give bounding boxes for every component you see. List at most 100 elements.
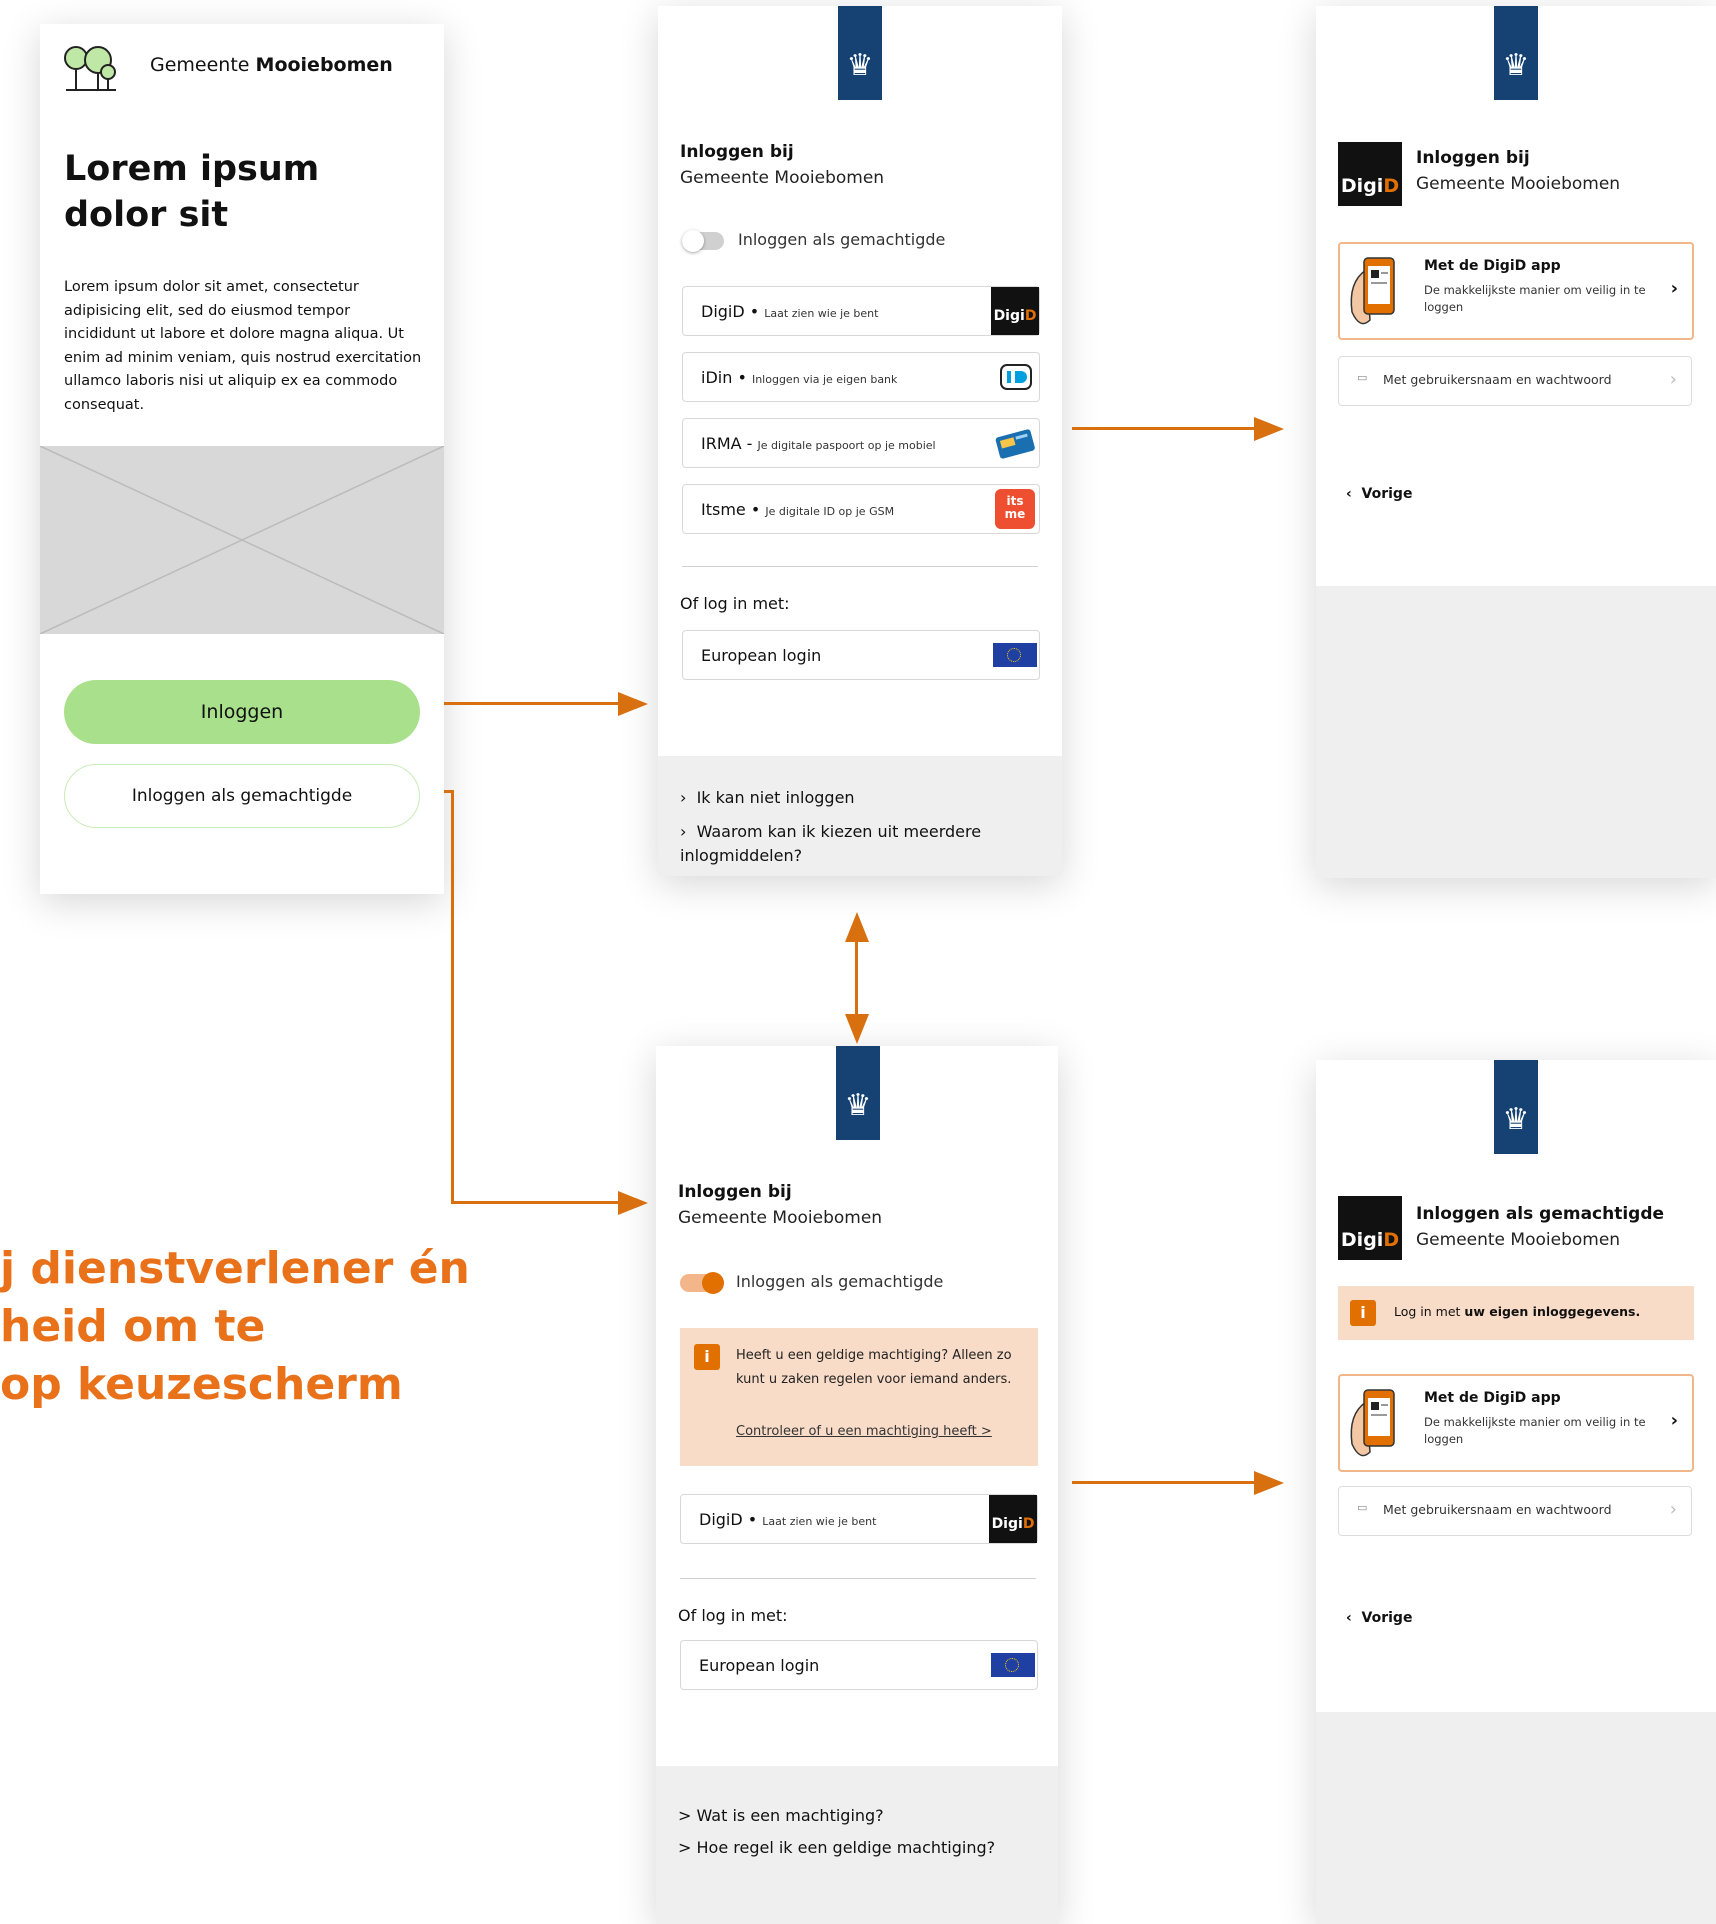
screen-digid-login: ♛ DigiD Inloggen bij Gemeente Mooiebomen…: [1316, 6, 1716, 878]
options-divider: [680, 1578, 1036, 1579]
info-icon: i: [1350, 1300, 1376, 1326]
help-link-how-arrange-authorization[interactable]: > Hoe regel ik een geldige machtiging?: [678, 1838, 995, 1857]
digid-app-card[interactable]: Met de DigiD app De makkelijkste manier …: [1338, 1374, 1694, 1472]
flow-arrow-toggle: [855, 940, 858, 1018]
european-login-label: European login: [699, 1656, 820, 1675]
flow-arrowhead: [1254, 1471, 1284, 1495]
login-subtitle: Gemeente Mooiebomen: [680, 168, 885, 188]
app-card-desc: De makkelijkste manier om veilig in te l…: [1424, 1415, 1646, 1446]
rijksoverheid-crown-icon: ♛: [1494, 1060, 1538, 1154]
flow-arrowhead: [618, 1191, 648, 1215]
rijksoverheid-crown-icon: ♛: [1494, 6, 1538, 100]
help-link-cannot-login[interactable]: › Ik kan niet inloggen: [680, 788, 855, 807]
info-icon: i: [694, 1344, 720, 1370]
option-desc: Je digitale ID op je GSM: [765, 505, 895, 518]
proxy-notice: i Heeft u een geldige machtiging? Alleen…: [680, 1328, 1038, 1466]
login-as-proxy-button[interactable]: Inloggen als gemachtigde: [64, 764, 420, 828]
password-card-label: Met gebruikersnaam en wachtwoord: [1383, 372, 1612, 387]
back-link[interactable]: ‹ Vorige: [1346, 1610, 1412, 1626]
trees-logo-icon: [62, 38, 118, 94]
brand-bold: Mooiebomen: [255, 54, 393, 76]
chevron-right-icon: ›: [1670, 1410, 1678, 1431]
own-credentials-text: Log in met uw eigen inloggegevens.: [1394, 1304, 1641, 1319]
password-dots-icon: ▭: [1357, 371, 1368, 384]
digid-app-card[interactable]: Met de DigiD app De makkelijkste manier …: [1338, 242, 1694, 340]
own-credentials-notice: i Log in met uw eigen inloggegevens.: [1338, 1286, 1694, 1340]
login-title: Inloggen bij: [1416, 148, 1530, 168]
irma-logo-icon: [991, 419, 1039, 467]
flow-arrow-proxy-digid: [1072, 1481, 1256, 1484]
idin-logo-icon: [991, 353, 1039, 401]
heading-line-2: dolor sit: [64, 195, 229, 235]
help-link-why-choose[interactable]: › Waarom kan ik kiezen uit meerdere inlo…: [680, 820, 1040, 868]
digid-logo-icon: DigiD: [1338, 142, 1402, 206]
or-login-label: Of log in met:: [678, 1606, 788, 1625]
municipality-name: Gemeente Mooiebomen: [150, 54, 393, 76]
app-card-title: Met de DigiD app: [1424, 258, 1561, 274]
app-card-desc: De makkelijkste manier om veilig in te l…: [1424, 283, 1646, 314]
brand-prefix: Gemeente: [150, 54, 256, 76]
app-card-title: Met de DigiD app: [1424, 1390, 1561, 1406]
screen-login-choice: ♛ Inloggen bij Gemeente Mooiebomen Inlog…: [658, 6, 1062, 876]
option-name: IRMA: [701, 434, 742, 453]
login-title: Inloggen als gemachtigde: [1416, 1204, 1665, 1224]
annotation-line-3: op keuzescherm: [0, 1359, 403, 1410]
proxy-toggle[interactable]: [682, 230, 724, 252]
chevron-right-icon: ›: [1670, 278, 1678, 299]
help-section: > Wat is een machtiging? > Hoe regel ik …: [656, 1766, 1058, 1924]
option-name: Itsme: [701, 500, 746, 519]
option-idin[interactable]: iDin • Inloggen via je eigen bank: [682, 352, 1040, 402]
rijksoverheid-crown-icon: ♛: [838, 6, 882, 100]
password-dots-icon: ▭: [1357, 1501, 1368, 1514]
password-card[interactable]: ▭ Met gebruikersnaam en wachtwoord ›: [1338, 1486, 1692, 1536]
option-irma[interactable]: IRMA - Je digitale paspoort op je mobiel: [682, 418, 1040, 468]
footer-area: [1316, 586, 1716, 878]
phone-hand-icon: [1346, 1384, 1404, 1466]
proxy-notice-text: Heeft u een geldige machtiging? Alleen z…: [736, 1348, 1012, 1387]
flow-arrow-login: [444, 702, 620, 705]
flow-arrow-digid: [1072, 427, 1256, 430]
screen-municipality-home: Gemeente Mooiebomen Lorem ipsum dolor si…: [40, 24, 444, 894]
option-european-login[interactable]: European login: [680, 1640, 1038, 1690]
back-label: Vorige: [1361, 1610, 1413, 1626]
annotation-line-1: j dienstverlener én: [0, 1243, 470, 1294]
back-link[interactable]: ‹ Vorige: [1346, 486, 1412, 502]
option-name: iDin: [701, 368, 733, 387]
option-digid[interactable]: DigiD • Laat zien wie je bent DigiD: [680, 1494, 1038, 1544]
digid-logo-icon: DigiD: [1338, 1196, 1402, 1260]
digid-logo-icon: DigiD: [991, 287, 1039, 335]
screen-proxy-digid-login: ♛ DigiD Inloggen als gemachtigde Gemeent…: [1316, 1060, 1716, 1924]
eu-flag-icon: [991, 1653, 1035, 1677]
proxy-toggle-label: Inloggen als gemachtigde: [738, 230, 946, 249]
eu-flag-icon: [993, 643, 1037, 667]
login-title: Inloggen bij: [680, 142, 794, 162]
chevron-right-icon: ›: [1669, 1499, 1677, 1520]
proxy-toggle-label: Inloggen als gemachtigde: [736, 1272, 944, 1291]
itsme-logo-icon: its me: [991, 485, 1039, 533]
phone-hand-icon: [1346, 252, 1404, 334]
option-desc: Laat zien wie je bent: [764, 307, 879, 320]
help-link-what-is-authorization[interactable]: > Wat is een machtiging?: [678, 1806, 884, 1825]
proxy-toggle-on[interactable]: [680, 1272, 724, 1294]
password-card[interactable]: ▭ Met gebruikersnaam en wachtwoord ›: [1338, 356, 1692, 406]
login-subtitle: Gemeente Mooiebomen: [1416, 174, 1621, 194]
option-itsme[interactable]: Itsme • Je digitale ID op je GSM its me: [682, 484, 1040, 534]
option-desc: Je digitale paspoort op je mobiel: [757, 439, 936, 452]
option-desc: Inloggen via je eigen bank: [751, 373, 898, 386]
login-subtitle: Gemeente Mooiebomen: [1416, 1230, 1621, 1250]
intro-text: Lorem ipsum dolor sit amet, consectetur …: [64, 279, 422, 413]
option-desc: Laat zien wie je bent: [762, 1515, 877, 1528]
flow-arrow-proxy-v: [451, 790, 454, 1204]
page-heading: Lorem ipsum dolor sit: [64, 146, 319, 238]
flow-arrowhead: [1254, 417, 1284, 441]
help-section: › Ik kan niet inloggen › Waarom kan ik k…: [658, 756, 1062, 876]
option-european-login[interactable]: European login: [682, 630, 1040, 680]
option-digid[interactable]: DigiD • Laat zien wie je bent DigiD: [682, 286, 1040, 336]
flow-arrow-proxy-h2: [451, 1201, 619, 1204]
login-title: Inloggen bij: [678, 1182, 792, 1202]
login-button[interactable]: Inloggen: [64, 680, 420, 744]
or-login-label: Of log in met:: [680, 594, 790, 613]
digid-logo-icon: DigiD: [989, 1495, 1037, 1543]
check-authorization-link[interactable]: Controleer of u een machtiging heeft >: [736, 1424, 992, 1439]
flow-arrowhead: [618, 692, 648, 716]
